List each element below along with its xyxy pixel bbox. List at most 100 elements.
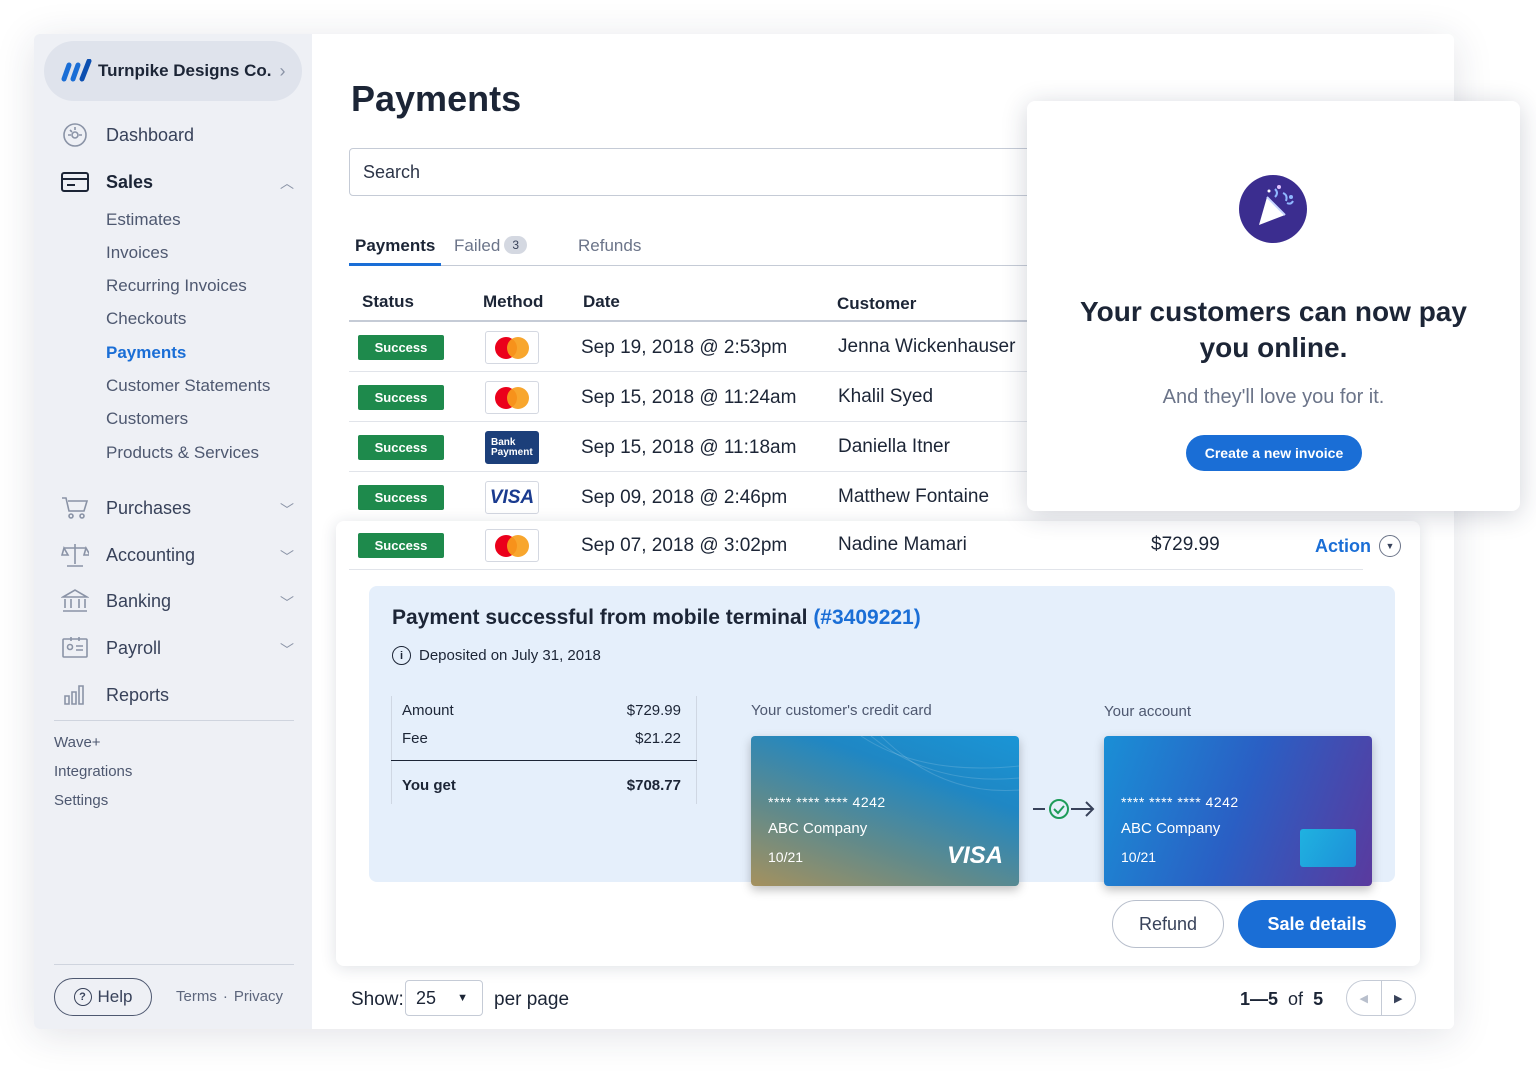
chevron-down-icon: ▼	[1379, 535, 1401, 557]
summary-value: $708.77	[626, 776, 681, 794]
nav-banking[interactable]: Banking	[60, 588, 171, 614]
column-header-method[interactable]: Method	[483, 292, 543, 312]
table-row-expanded[interactable]: Success Sep 07, 2018 @ 3:02pm Nadine Mam…	[349, 520, 1401, 570]
chevron-down-icon[interactable]: ﹀	[280, 547, 294, 567]
bank-payment-icon: Bank Payment	[485, 431, 539, 464]
bank-label: Bank	[491, 436, 516, 448]
create-invoice-button[interactable]: Create a new invoice	[1186, 435, 1362, 471]
question-icon: ?	[73, 988, 92, 1006]
sub-item-customers[interactable]: Customers	[106, 409, 188, 429]
account-card: **** **** **** 4242 ABC Company 10/21	[1104, 736, 1372, 886]
sub-item-customer-statements[interactable]: Customer Statements	[106, 376, 270, 396]
sub-item-products-services[interactable]: Products & Services	[106, 443, 259, 463]
of-text: of	[1288, 989, 1304, 1009]
tab-label: Payments	[355, 236, 436, 255]
customer-name: Matthew Fontaine	[838, 486, 990, 507]
business-name: Turnpike Designs Co.	[98, 61, 272, 80]
customer-name: Daniella Itner	[838, 436, 950, 457]
customer-name: Nadine Mamari	[838, 534, 967, 555]
payment-date: Sep 07, 2018 @ 3:02pm	[581, 535, 788, 556]
nav-accounting[interactable]: Accounting	[60, 542, 195, 568]
tab-refunds[interactable]: Refunds	[578, 236, 641, 256]
action-menu[interactable]: Action ▼	[1315, 535, 1401, 557]
card-expiry: 10/21	[1121, 849, 1157, 865]
nav-payroll[interactable]: Payroll	[60, 635, 161, 661]
privacy-link[interactable]: Privacy	[234, 988, 283, 1005]
link-integrations[interactable]: Integrations	[54, 763, 132, 780]
wave-logo-icon	[61, 59, 92, 82]
promo-popup: Your customers can now pay you online. A…	[1027, 101, 1520, 511]
sub-item-invoices[interactable]: Invoices	[106, 243, 168, 263]
transfer-check-icon	[1033, 799, 1095, 819]
total-text: 5	[1313, 989, 1324, 1009]
help-button[interactable]: ? Help	[54, 978, 152, 1016]
nav-label: Sales	[106, 171, 154, 192]
terms-link[interactable]: Terms	[176, 988, 217, 1005]
payment-reference-link[interactable]: (#3409221)	[813, 606, 920, 629]
per-page-select[interactable]: 25 ▼	[405, 980, 483, 1016]
column-header-customer[interactable]: Customer	[837, 294, 916, 314]
summary-label: Amount	[402, 701, 454, 719]
nav-dashboard[interactable]: Dashboard	[60, 122, 194, 148]
summary-divider	[391, 760, 697, 761]
status-badge: Success	[358, 485, 444, 510]
nav-label: Payroll	[106, 637, 162, 658]
detail-title-text: Payment successful from mobile terminal	[392, 606, 808, 629]
chevron-up-icon[interactable]: ︿	[280, 173, 294, 193]
chevron-down-icon[interactable]: ﹀	[280, 500, 294, 520]
link-settings[interactable]: Settings	[54, 792, 108, 809]
scale-icon	[60, 542, 90, 568]
tab-failed[interactable]: Failed 3	[454, 236, 527, 256]
payroll-icon	[60, 635, 90, 661]
nav-reports[interactable]: Reports	[60, 682, 169, 708]
chevron-down-icon[interactable]: ﹀	[280, 593, 294, 613]
sub-item-payments[interactable]: Payments	[106, 343, 186, 363]
payment-detail-box: Payment successful from mobile terminal …	[369, 586, 1395, 886]
nav-label: Dashboard	[106, 124, 195, 145]
business-switcher[interactable]: Turnpike Designs Co. ›	[44, 41, 302, 101]
pager-show-label: Show:	[351, 989, 404, 1010]
sub-item-recurring-invoices[interactable]: Recurring Invoices	[106, 276, 247, 296]
prev-page-icon[interactable]: ◀	[1347, 981, 1382, 1015]
refund-button[interactable]: Refund	[1112, 900, 1224, 948]
sales-icon	[60, 169, 90, 195]
customer-card-label: Your customer's credit card	[751, 702, 932, 719]
dashboard-icon	[60, 122, 90, 148]
nav-label: Banking	[106, 590, 172, 611]
per-page-label: per page	[494, 989, 570, 1010]
range-text: 1—5	[1240, 989, 1279, 1009]
nav-purchases[interactable]: Purchases	[60, 495, 191, 521]
chevron-down-icon[interactable]: ﹀	[280, 640, 294, 660]
tab-label: Failed	[454, 236, 501, 255]
pager-range: 1—5 of 5	[1240, 989, 1323, 1010]
column-header-date[interactable]: Date	[583, 292, 620, 312]
summary-value: $21.22	[635, 729, 681, 747]
search-input[interactable]	[349, 148, 1049, 196]
summary-label: You get	[402, 776, 456, 794]
deposit-info: i Deposited on July 31, 2018	[392, 646, 601, 665]
nav-label: Accounting	[106, 544, 196, 565]
sidebar-footer-divider	[54, 964, 294, 965]
payment-date: Sep 19, 2018 @ 2:53pm	[581, 337, 788, 358]
popup-subtitle: And they'll love you for it.	[1162, 386, 1385, 408]
help-label: Help	[97, 987, 133, 1006]
summary-row-total: You get $708.77	[391, 771, 697, 799]
visa-logo: VISA	[946, 842, 1003, 869]
active-tab-indicator	[349, 263, 441, 266]
nav-sales[interactable]: Sales	[60, 169, 153, 195]
sidebar-divider	[54, 720, 294, 721]
nav-label: Reports	[106, 684, 170, 705]
link-wave-plus[interactable]: Wave+	[54, 734, 101, 751]
failed-count-badge: 3	[504, 236, 527, 254]
tab-payments[interactable]: Payments	[355, 236, 435, 256]
sub-item-estimates[interactable]: Estimates	[106, 210, 181, 230]
summary-row-amount: Amount $729.99	[391, 696, 697, 724]
customer-credit-card: **** **** **** 4242 ABC Company 10/21 VI…	[751, 736, 1019, 886]
sale-details-button[interactable]: Sale details	[1238, 900, 1396, 948]
status-badge: Success	[358, 335, 444, 360]
sub-item-checkouts[interactable]: Checkouts	[106, 309, 186, 329]
next-page-icon[interactable]: ▶	[1382, 981, 1416, 1015]
pager-nav: ◀ ▶	[1346, 980, 1416, 1016]
column-header-status[interactable]: Status	[362, 292, 414, 312]
status-badge: Success	[358, 385, 444, 410]
